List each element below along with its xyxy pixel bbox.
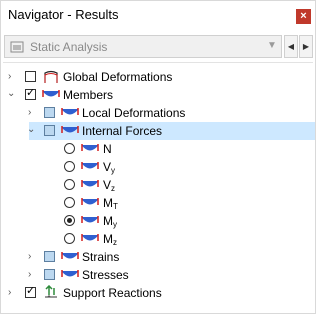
force-diagram-icon <box>81 234 99 241</box>
chevron-right-icon[interactable]: › <box>8 72 18 82</box>
analysis-type-select[interactable]: Static Analysis ▼ <box>4 35 282 58</box>
next-button[interactable]: ▶ <box>299 35 313 58</box>
chevron-down-icon: ▼ <box>267 40 277 51</box>
global-deformations-checkbox[interactable] <box>25 71 36 82</box>
force-vz-label: Vz <box>103 178 116 193</box>
global-deformations-label: Global Deformations <box>63 70 173 84</box>
check-icon: ✓ <box>26 285 36 297</box>
support-reactions-icon <box>45 285 57 298</box>
tree-item-moment-my[interactable]: My <box>1 212 315 230</box>
toolbar-divider <box>3 62 313 63</box>
tree-item-moment-mt[interactable]: MT <box>1 194 315 212</box>
internal-forces-label: Internal Forces <box>82 124 163 138</box>
force-diagram-icon <box>81 144 99 151</box>
members-label: Members <box>63 88 114 102</box>
title-bar: Navigator - Results × <box>1 1 315 31</box>
tree-item-local-deformations[interactable]: › Local Deformations <box>1 104 315 122</box>
moment-mz-label: Mz <box>103 232 117 247</box>
force-diagram-icon <box>81 216 99 223</box>
internal-forces-checkbox[interactable] <box>44 125 55 136</box>
force-n-radio[interactable] <box>64 143 75 154</box>
force-vy-radio[interactable] <box>64 161 75 172</box>
window-title: Navigator - Results <box>8 7 119 22</box>
force-n-label: N <box>103 142 112 156</box>
support-reactions-checkbox[interactable]: ✓ <box>25 285 36 298</box>
strains-icon <box>61 252 79 259</box>
moment-mt-radio[interactable] <box>64 197 75 208</box>
stresses-label: Stresses <box>82 268 129 282</box>
chevron-right-icon[interactable]: › <box>8 288 18 298</box>
tree-item-force-vy[interactable]: Vy <box>1 158 315 176</box>
force-diagram-icon <box>81 198 99 205</box>
force-vz-radio[interactable] <box>64 179 75 190</box>
tree-item-support-reactions[interactable]: › ✓ Support Reactions <box>1 284 315 302</box>
analysis-type-value: Static Analysis <box>30 40 108 54</box>
toolbar: Static Analysis ▼ ◀ ▶ <box>4 35 313 60</box>
support-reactions-label: Support Reactions <box>63 286 162 300</box>
close-button[interactable]: × <box>296 9 311 24</box>
deformation-icon <box>44 70 58 83</box>
chevron-down-icon[interactable]: ⌄ <box>7 89 17 99</box>
check-icon: ✓ <box>26 87 36 99</box>
moment-mt-label: MT <box>103 196 118 211</box>
chevron-right-icon[interactable]: › <box>28 108 38 118</box>
tree-item-members[interactable]: ⌄ ✓ Members <box>1 86 315 104</box>
chevron-right-icon[interactable]: › <box>28 270 38 280</box>
static-analysis-icon <box>10 41 24 53</box>
tree-item-moment-mz[interactable]: Mz <box>1 230 315 248</box>
strains-label: Strains <box>82 250 120 264</box>
tree-item-global-deformations[interactable]: › Global Deformations <box>1 68 315 86</box>
stresses-checkbox[interactable] <box>44 269 55 280</box>
moment-my-radio[interactable] <box>64 215 75 226</box>
chevron-right-icon[interactable]: › <box>28 252 38 262</box>
member-deformation-icon <box>61 108 79 115</box>
chevron-down-icon[interactable]: ⌄ <box>27 125 37 135</box>
navigator-results-window: Navigator - Results × Static Analysis ▼ … <box>0 0 316 314</box>
radio-selected-dot <box>67 218 72 223</box>
stresses-icon <box>61 270 79 277</box>
tree-item-force-vz[interactable]: Vz <box>1 176 315 194</box>
tree-item-strains[interactable]: › Strains <box>1 248 315 266</box>
force-diagram-icon <box>81 180 99 187</box>
force-vy-label: Vy <box>103 160 116 175</box>
force-diagram-icon <box>81 162 99 169</box>
member-results-icon <box>42 90 60 97</box>
strains-checkbox[interactable] <box>44 251 55 262</box>
local-deformations-checkbox[interactable] <box>44 107 55 118</box>
members-checkbox[interactable]: ✓ <box>25 87 36 100</box>
moment-my-label: My <box>103 214 117 229</box>
internal-forces-icon <box>61 126 79 133</box>
tree-item-force-n[interactable]: N <box>1 140 315 158</box>
moment-mz-radio[interactable] <box>64 233 75 244</box>
previous-button[interactable]: ◀ <box>284 35 298 58</box>
local-deformations-label: Local Deformations <box>82 106 186 120</box>
tree-item-internal-forces[interactable]: ⌄ Internal Forces <box>27 122 315 140</box>
tree-item-stresses[interactable]: › Stresses <box>1 266 315 284</box>
